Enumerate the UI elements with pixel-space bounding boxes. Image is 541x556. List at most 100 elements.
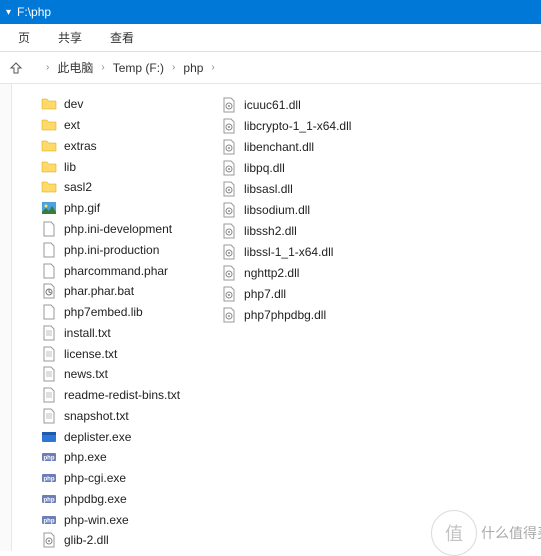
txt-icon	[40, 365, 58, 383]
file-name: libsodium.dll	[244, 203, 310, 217]
list-item[interactable]: libcrypto-1_1-x64.dll	[220, 115, 351, 136]
file-name: php-win.exe	[64, 513, 129, 527]
list-item[interactable]: php php-win.exe	[40, 509, 180, 530]
file-name: phar.phar.bat	[64, 284, 134, 298]
list-item[interactable]: php7.dll	[220, 283, 351, 304]
svg-text:php: php	[44, 497, 55, 503]
list-item[interactable]: libssh2.dll	[220, 220, 351, 241]
list-item[interactable]: extras	[40, 136, 180, 157]
dll-icon	[220, 159, 238, 177]
dll-icon	[220, 222, 238, 240]
content-pane: dev extextras lib sasl2 php.gif php.ini-devel…	[0, 84, 541, 551]
list-item[interactable]: php php-cgi.exe	[40, 468, 180, 489]
address-bar[interactable]: › 此电脑 › Temp (F:) › php ›	[0, 52, 541, 84]
chevron-right-icon[interactable]: ›	[211, 62, 214, 73]
file-name: dev	[64, 97, 83, 111]
dropdown-icon[interactable]: ▾	[6, 7, 11, 18]
dll-icon	[220, 180, 238, 198]
list-item[interactable]: libenchant.dll	[220, 136, 351, 157]
list-item[interactable]: sasl2	[40, 177, 180, 198]
crumb-pc[interactable]: 此电脑	[57, 59, 93, 76]
up-icon[interactable]	[8, 60, 24, 76]
list-item[interactable]: snapshot.txt	[40, 405, 180, 426]
chevron-right-icon[interactable]: ›	[172, 62, 175, 73]
php-icon: php	[40, 448, 58, 466]
tab-home[interactable]: 页	[4, 24, 44, 51]
list-item[interactable]: libsasl.dll	[220, 178, 351, 199]
tab-view[interactable]: 查看	[96, 24, 148, 51]
file-name: sasl2	[64, 180, 92, 194]
list-item[interactable]: php.gif	[40, 198, 180, 219]
svg-text:php: php	[44, 477, 55, 483]
file-name: libssh2.dll	[244, 224, 297, 238]
exe-icon	[40, 428, 58, 446]
txt-icon	[40, 407, 58, 425]
file-name: snapshot.txt	[64, 409, 129, 423]
file-name: lib	[64, 160, 76, 174]
dll-icon	[220, 243, 238, 261]
list-item[interactable]: glib-2.dll	[40, 530, 180, 551]
list-item[interactable]: php7embed.lib	[40, 302, 180, 323]
file-list[interactable]: dev extextras lib sasl2 php.gif php.ini-devel…	[12, 84, 541, 551]
list-item[interactable]: php.ini-production	[40, 239, 180, 260]
list-item[interactable]: pharcommand.phar	[40, 260, 180, 281]
list-item[interactable]: install.txt	[40, 322, 180, 343]
file-name: php7phpdbg.dll	[244, 308, 326, 322]
dll-icon	[220, 264, 238, 282]
crumb-drive[interactable]: Temp (F:)	[113, 61, 164, 75]
list-item[interactable]: news.txt	[40, 364, 180, 385]
tab-share[interactable]: 共享	[44, 24, 96, 51]
file-name: deplister.exe	[64, 430, 131, 444]
dll-icon	[40, 531, 58, 549]
php-icon: php	[40, 469, 58, 487]
gif-icon	[40, 199, 58, 217]
list-item[interactable]: deplister.exe	[40, 426, 180, 447]
folder-icon	[40, 158, 58, 176]
file-name: pharcommand.phar	[64, 264, 168, 278]
folder-icon	[40, 116, 58, 134]
list-item[interactable]: lib	[40, 156, 180, 177]
list-item[interactable]: icuuc61.dll	[220, 94, 351, 115]
file-name: php7embed.lib	[64, 305, 143, 319]
file-name: php.ini-development	[64, 222, 172, 236]
crumb-folder[interactable]: php	[183, 61, 203, 75]
list-item[interactable]: phpphp.exe	[40, 447, 180, 468]
file-name: php.gif	[64, 201, 100, 215]
file-name: libsasl.dll	[244, 182, 293, 196]
file-name: icuuc61.dll	[244, 98, 301, 112]
list-item[interactable]: php7phpdbg.dll	[220, 304, 351, 325]
list-item[interactable]: readme-redist-bins.txt	[40, 385, 180, 406]
list-item[interactable]: libsodium.dll	[220, 199, 351, 220]
svg-text:php: php	[44, 456, 55, 462]
list-item[interactable]: libpq.dll	[220, 157, 351, 178]
list-item[interactable]: php phpdbg.exe	[40, 489, 180, 510]
txt-icon	[40, 345, 58, 363]
list-item[interactable]: ext	[40, 115, 180, 136]
file-name: libenchant.dll	[244, 140, 314, 154]
dll-icon	[220, 201, 238, 219]
file-name: phpdbg.exe	[64, 492, 127, 506]
file-name: nghttp2.dll	[244, 266, 299, 280]
file-name: libcrypto-1_1-x64.dll	[244, 119, 351, 133]
file-name: php.ini-production	[64, 243, 159, 257]
chevron-right-icon[interactable]: ›	[101, 62, 104, 73]
list-item[interactable]: phar.phar.bat	[40, 281, 180, 302]
list-item[interactable]: php.ini-development	[40, 219, 180, 240]
chevron-right-icon[interactable]: ›	[46, 62, 49, 73]
php-icon: php	[40, 511, 58, 529]
nav-pane-edge	[0, 84, 12, 551]
list-item[interactable]: nghttp2.dll	[220, 262, 351, 283]
list-item[interactable]: dev	[40, 94, 180, 115]
dll-icon	[220, 306, 238, 324]
list-item[interactable]: libssl-1_1-x64.dll	[220, 241, 351, 262]
folder-icon	[40, 178, 58, 196]
file-name: readme-redist-bins.txt	[64, 388, 180, 402]
file-name: install.txt	[64, 326, 111, 340]
dll-icon	[220, 117, 238, 135]
file-name: libpq.dll	[244, 161, 285, 175]
bat-icon	[40, 282, 58, 300]
list-item[interactable]: license.txt	[40, 343, 180, 364]
file-name: php-cgi.exe	[64, 471, 126, 485]
txt-icon	[40, 324, 58, 342]
breadcrumb: › 此电脑 › Temp (F:) › php ›	[38, 59, 223, 76]
